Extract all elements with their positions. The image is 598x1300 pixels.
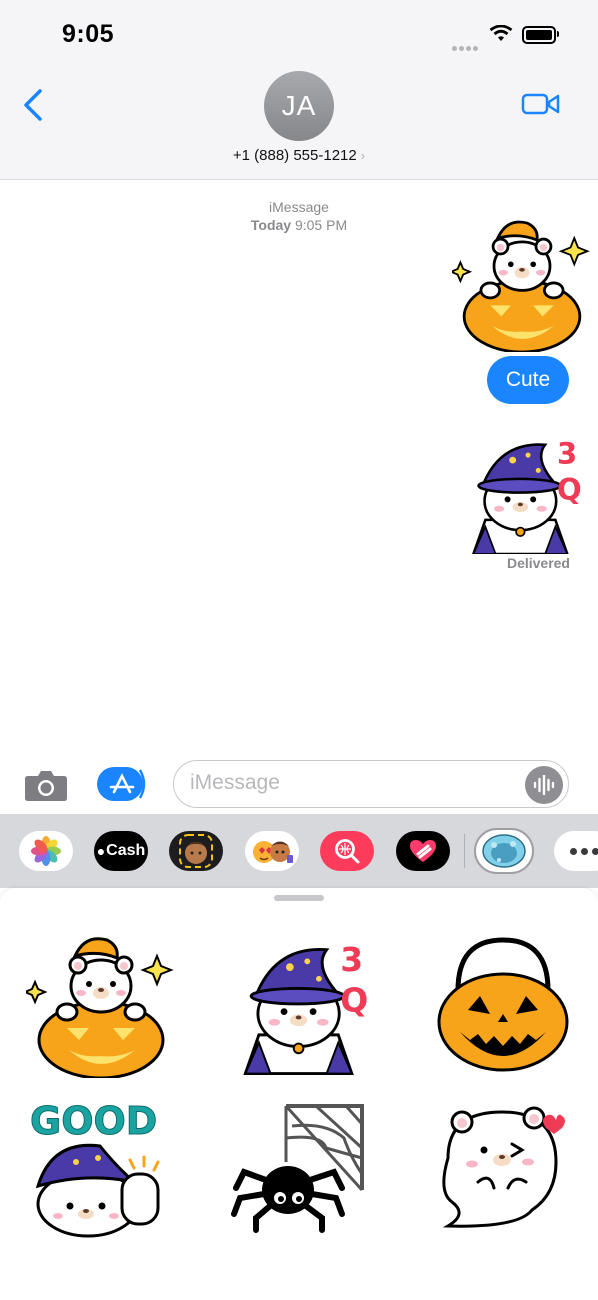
facetime-video-icon[interactable] [521, 91, 561, 122]
panel-grabber[interactable] [274, 895, 324, 901]
audio-waveform-icon[interactable] [525, 766, 563, 804]
cellular-signal-icon [452, 38, 480, 56]
good-bear-thumbs-up-sticker[interactable]: GOOD [26, 1096, 176, 1246]
delivered-status: Delivered [506, 555, 570, 571]
timestamp-time: 9:05 PM [294, 217, 348, 233]
message-timestamp: iMessage Today 9:05 PM [199, 198, 399, 234]
spider-web-sticker[interactable] [226, 1098, 376, 1248]
contact-avatar[interactable]: JA [264, 71, 334, 141]
camera-icon[interactable] [24, 768, 68, 807]
bear-wizard-3q-sticker[interactable] [226, 926, 376, 1076]
battery-icon [522, 26, 556, 44]
bear-in-pumpkin-sticker[interactable] [26, 928, 176, 1078]
back-chevron-icon[interactable] [22, 88, 44, 127]
message-input-placeholder: iMessage [190, 771, 280, 794]
jack-o-lantern-bucket-sticker[interactable] [428, 930, 578, 1080]
app-drawer-divider [464, 834, 465, 868]
app-store-button[interactable] [96, 766, 148, 802]
status-time: 9:05 [62, 20, 115, 48]
contact-name[interactable]: +1 (888) 555-1212 › [199, 147, 399, 164]
chevron-right-icon: › [360, 148, 366, 163]
ghost-bear-heart-sticker[interactable] [428, 1098, 578, 1248]
timestamp-day: Today [250, 217, 292, 233]
memoji-app-icon[interactable] [169, 831, 223, 871]
svg-text:GOOD: GOOD [30, 1099, 157, 1143]
bear-wizard-3q-sticker[interactable] [455, 426, 590, 554]
digital-touch-app-icon[interactable] [396, 831, 450, 871]
photos-app-icon[interactable] [19, 831, 73, 871]
service-label: iMessage [269, 199, 329, 215]
bear-in-pumpkin-sticker[interactable] [452, 212, 592, 352]
more-apps-icon[interactable] [554, 831, 598, 871]
message-bubble[interactable]: Cute [487, 356, 569, 404]
sticker-pack-app-icon[interactable] [474, 828, 534, 874]
apple-cash-app-icon[interactable]: ● Cash [94, 831, 148, 871]
animoji-app-icon[interactable] [245, 831, 299, 871]
contact-phone: +1 (888) 555-1212 [232, 147, 357, 164]
image-search-app-icon[interactable] [320, 831, 374, 871]
apple-logo-icon: ● [96, 843, 106, 859]
cash-label: Cash [106, 842, 146, 859]
wifi-icon [489, 24, 513, 48]
